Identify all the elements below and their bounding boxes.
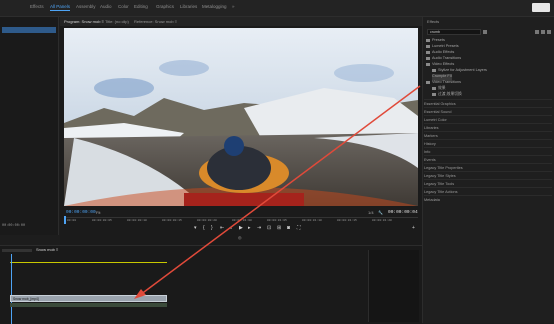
panel-lumetri-color[interactable]: Lumetri Color bbox=[424, 115, 552, 123]
timeline-tools bbox=[2, 249, 32, 252]
panel-legacy-title-tools[interactable]: Legacy Title Tools bbox=[424, 179, 552, 187]
panel-metadata[interactable]: Metadata bbox=[424, 195, 552, 203]
panel-info[interactable]: Info bbox=[424, 147, 552, 155]
ruler-label: 00:00:00:10 bbox=[127, 219, 147, 222]
video-clip[interactable]: Snow mob_[mp4] bbox=[10, 295, 167, 302]
tab-title[interactable]: Title: (no clip) bbox=[105, 19, 129, 24]
folder-icon bbox=[426, 38, 430, 42]
wrench-icon[interactable]: 🔧 bbox=[378, 210, 383, 215]
step-forward-icon[interactable]: ▸ bbox=[248, 225, 251, 231]
effects-search-input[interactable]: crumb bbox=[427, 29, 481, 35]
folder-icon bbox=[432, 68, 436, 72]
mark-in-icon[interactable]: { bbox=[203, 225, 205, 231]
panel-legacy-title-styles[interactable]: Legacy Title Styles bbox=[424, 171, 552, 179]
effects-tree-item[interactable]: 过渡,效果切换 bbox=[432, 92, 554, 99]
vr-icon[interactable]: ◎ bbox=[238, 235, 242, 240]
ruler-label: 00:00:01:00 bbox=[232, 219, 252, 222]
workspace-tab-metalogging[interactable]: Metalogging bbox=[202, 4, 227, 9]
ruler-label: 00:00:00:15 bbox=[162, 219, 182, 222]
work-area-bar[interactable] bbox=[10, 262, 167, 263]
workspace-tab-libraries[interactable]: Libraries bbox=[180, 4, 197, 9]
workspace-tab-effects[interactable]: Effects bbox=[30, 4, 44, 9]
workspace-tab-audio[interactable]: Audio bbox=[100, 4, 112, 9]
folder-icon bbox=[426, 50, 430, 54]
audio-meters bbox=[368, 250, 419, 322]
audio-clip[interactable] bbox=[10, 303, 167, 307]
playhead[interactable] bbox=[64, 216, 66, 224]
ruler-label: 00:00:00:05 bbox=[92, 219, 112, 222]
add-marker-icon[interactable]: ▾ bbox=[194, 225, 197, 231]
workspace-tab-assembly[interactable]: Assembly bbox=[76, 4, 96, 9]
add-button-icon[interactable]: + bbox=[412, 225, 415, 231]
ruler-label: 00:00 bbox=[67, 219, 77, 222]
effects-title: Effects bbox=[427, 19, 440, 24]
panel-essential-sound[interactable]: Essential Sound bbox=[424, 107, 552, 115]
vr-toggle-icon[interactable]: ⛶ bbox=[297, 225, 301, 231]
timeline-playhead[interactable] bbox=[11, 254, 12, 324]
ruler-label: 00:00:00:20 bbox=[197, 219, 217, 222]
quality-dropdown[interactable]: 1/4 bbox=[368, 210, 374, 215]
yuv-icon[interactable] bbox=[547, 30, 551, 34]
play-icon[interactable]: ▶ bbox=[239, 225, 243, 231]
selected-item[interactable] bbox=[2, 27, 56, 33]
folder-icon bbox=[426, 80, 430, 84]
panel-history[interactable]: History bbox=[424, 139, 552, 147]
tab-program[interactable]: Program: Snow mob ≡ bbox=[64, 19, 104, 24]
timeline-panel: Snow mob ≡ Snow mob_[mp4] bbox=[0, 245, 422, 324]
panel-markers[interactable]: Markers bbox=[424, 131, 552, 139]
panel-legacy-title-properties[interactable]: Legacy Title Properties bbox=[424, 163, 552, 171]
folder-icon bbox=[426, 56, 430, 60]
ruler-label: 00:00:01:05 bbox=[267, 219, 287, 222]
program-tab-bar: Program: Snow mob ≡ Title: (no clip) Ref… bbox=[60, 17, 422, 26]
go-to-out-icon[interactable]: ⇥ bbox=[257, 225, 261, 231]
panel-essential-graphics[interactable]: Essential Graphics bbox=[424, 99, 552, 107]
video-frame bbox=[64, 28, 418, 206]
accelerated-icon[interactable] bbox=[535, 30, 539, 34]
folder-icon bbox=[426, 62, 430, 66]
export-frame-icon[interactable]: ◙ bbox=[287, 225, 290, 231]
workspace-tab-color[interactable]: Color bbox=[118, 4, 129, 9]
timeline-tab[interactable]: Snow mob ≡ bbox=[36, 247, 58, 252]
fit-dropdown[interactable]: Fit bbox=[96, 210, 100, 215]
search-field[interactable] bbox=[532, 3, 550, 12]
workspace-tab-editing[interactable]: Editing bbox=[134, 4, 148, 9]
workspace-overflow-button[interactable]: » bbox=[232, 4, 235, 9]
panel-legacy-title-actions[interactable]: Legacy Title Actions bbox=[424, 187, 552, 195]
folder-icon bbox=[432, 92, 436, 96]
mark-out-icon[interactable]: } bbox=[211, 225, 213, 231]
source-panel: 00:00:00:00 bbox=[0, 17, 59, 235]
clear-search-icon[interactable] bbox=[483, 30, 487, 34]
panel-events[interactable]: Events bbox=[424, 155, 552, 163]
program-monitor: Program: Snow mob ≡ Title: (no clip) Ref… bbox=[60, 17, 422, 245]
workspace-bar: Effects All Panels Assembly Audio Color … bbox=[0, 0, 554, 17]
panel-libraries[interactable]: Libraries bbox=[424, 123, 552, 131]
overwrite-icon[interactable]: ⊞ bbox=[277, 225, 281, 231]
workspace-tab-graphics[interactable]: Graphics bbox=[156, 4, 174, 9]
tab-reference[interactable]: Reference: Snow mob ≡ bbox=[134, 19, 177, 24]
workspace-tab-all-panels[interactable]: All Panels bbox=[50, 4, 71, 11]
program-timecode[interactable]: 00:00:00:00 bbox=[66, 210, 96, 215]
32bit-icon[interactable] bbox=[541, 30, 545, 34]
program-duration: 00:00:00:04 bbox=[388, 210, 418, 215]
source-timecode: 00:00:00:00 bbox=[2, 224, 26, 228]
ruler-label: 00:00:01:15 bbox=[337, 219, 357, 222]
ruler-label: 00:00:01:20 bbox=[372, 219, 392, 222]
folder-icon bbox=[432, 86, 436, 90]
go-to-in-icon[interactable]: ⇤ bbox=[220, 225, 224, 231]
insert-icon[interactable]: ⊡ bbox=[267, 225, 271, 231]
folder-icon bbox=[426, 44, 430, 48]
step-back-icon[interactable]: ◂ bbox=[229, 225, 232, 231]
clip-label: Snow mob_[mp4] bbox=[13, 297, 39, 301]
ruler-label: 00:00:01:10 bbox=[302, 219, 322, 222]
